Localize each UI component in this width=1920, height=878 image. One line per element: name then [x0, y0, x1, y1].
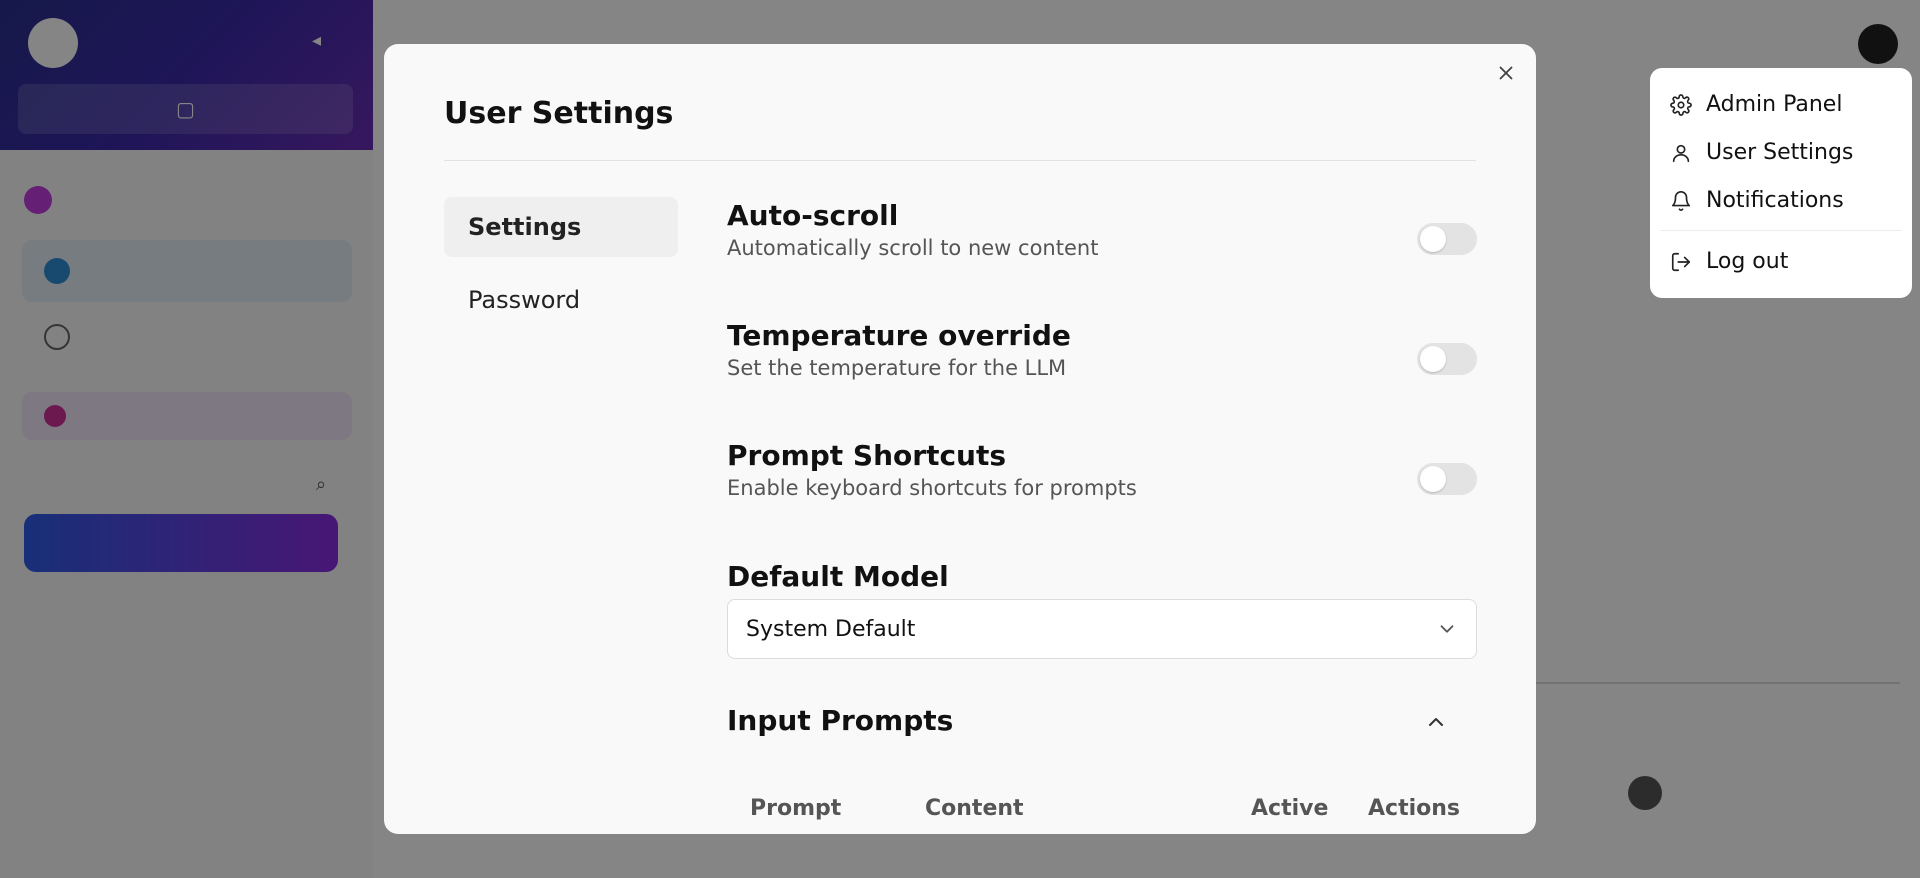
divider [444, 160, 1476, 161]
user-icon [1672, 144, 1690, 162]
default-model-label: Default Model [727, 560, 949, 593]
prompt-shortcuts-toggle[interactable] [1417, 463, 1477, 495]
tab-settings[interactable]: Settings [444, 197, 678, 257]
tab-password[interactable]: Password [444, 270, 678, 330]
setting-description: Automatically scroll to new content [727, 236, 1099, 260]
menu-divider [1660, 230, 1902, 231]
setting-description: Set the temperature for the LLM [727, 356, 1067, 380]
default-model-value: System Default [746, 616, 916, 642]
logout-icon [1671, 252, 1691, 271]
setting-title: Temperature override [727, 319, 1071, 352]
menu-item-label: Log out [1706, 249, 1789, 274]
setting-auto-scroll: Auto-scroll Automatically scroll to new … [727, 199, 1477, 260]
chevron-down-icon [1440, 625, 1454, 633]
setting-title: Auto-scroll [727, 199, 899, 232]
close-icon [1499, 66, 1513, 79]
column-header-prompt: Prompt [750, 796, 842, 821]
column-header-active: Active [1251, 796, 1329, 821]
gear-icon [1670, 93, 1692, 116]
menu-item-admin-panel[interactable]: Admin Panel [1670, 92, 1842, 117]
bell-icon [1671, 190, 1691, 211]
setting-title: Prompt Shortcuts [727, 439, 1007, 472]
modal-title: User Settings [444, 96, 674, 131]
menu-item-notifications[interactable]: Notifications [1670, 188, 1844, 213]
menu-item-log-out[interactable]: Log out [1670, 249, 1788, 274]
setting-prompt-shortcuts: Prompt Shortcuts Enable keyboard shortcu… [727, 439, 1477, 500]
column-header-content: Content [925, 796, 1024, 821]
input-prompts-title: Input Prompts [727, 704, 954, 737]
menu-item-label: User Settings [1706, 140, 1854, 165]
menu-item-user-settings[interactable]: User Settings [1670, 140, 1853, 165]
default-model-select[interactable]: System Default [727, 599, 1477, 659]
setting-description: Enable keyboard shortcuts for prompts [727, 476, 1137, 500]
auto-scroll-toggle[interactable] [1417, 223, 1477, 255]
chevron-up-icon[interactable] [1424, 710, 1448, 734]
temperature-override-toggle[interactable] [1417, 343, 1477, 375]
close-button[interactable] [1490, 58, 1522, 90]
menu-item-label: Admin Panel [1706, 92, 1843, 117]
column-header-actions: Actions [1368, 796, 1460, 821]
setting-temperature-override: Temperature override Set the temperature… [727, 319, 1477, 380]
user-settings-modal: User Settings Settings Password Auto-scr… [384, 44, 1536, 834]
menu-item-label: Notifications [1706, 188, 1844, 213]
user-menu: Admin Panel User Settings Notifications … [1650, 68, 1912, 298]
